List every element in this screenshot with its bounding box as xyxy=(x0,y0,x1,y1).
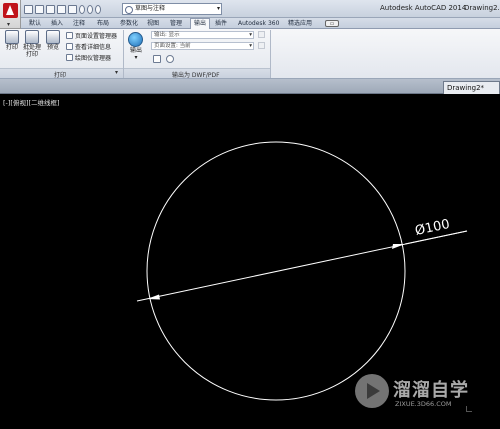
redo-icon[interactable] xyxy=(87,4,93,14)
plotter-icon xyxy=(66,54,73,61)
tab-manage[interactable]: 管理 xyxy=(170,19,182,29)
batch-plot-icon xyxy=(25,30,39,44)
export-settings-icon[interactable] xyxy=(166,55,174,63)
ribbon: 打印 批处理 打印 预览 页面设置管理器 查看详细信息 绘图仪管理器 打印 ▾ xyxy=(0,29,500,79)
preview-label: 预览 xyxy=(46,44,59,51)
tab-annotate[interactable]: 注释 xyxy=(73,19,85,29)
workspace-dropdown[interactable]: 草图与注释 ▾ xyxy=(122,3,222,15)
play-logo-icon xyxy=(355,374,389,408)
chevron-down-icon: ▾ xyxy=(216,5,220,12)
export-options-icon xyxy=(258,31,265,38)
customize-icon[interactable] xyxy=(95,4,101,14)
batch-plot-label-2: 打印 xyxy=(25,51,38,58)
preview-button[interactable]: 预览 xyxy=(43,30,63,51)
quick-access-toolbar xyxy=(24,3,101,15)
document-title: Drawing2.dw xyxy=(464,4,500,12)
plot-icon[interactable] xyxy=(68,4,77,14)
tab-view[interactable]: 视图 xyxy=(147,19,159,29)
minimize-ribbon-icon[interactable]: ▭ xyxy=(325,20,339,27)
tab-parametric[interactable]: 参数化 xyxy=(120,19,138,29)
view-details-button[interactable]: 查看详细信息 xyxy=(66,42,111,51)
chevron-down-icon: ▾ xyxy=(134,54,138,61)
page-setup-manager-button[interactable]: 页面设置管理器 xyxy=(66,31,117,40)
document-tab-bar: Drawing2* xyxy=(0,79,500,94)
chevron-down-icon: ▾ xyxy=(7,21,11,28)
tab-insert[interactable]: 插入 xyxy=(51,19,63,29)
page-setup-icon xyxy=(66,32,73,39)
export-panel-title-bar: 输出为 DWF/PDF xyxy=(124,68,270,79)
panel-expand-icon[interactable]: ▾ xyxy=(115,69,118,76)
page-setup-label: 页面设置管理器 xyxy=(75,33,118,40)
printer-icon xyxy=(5,30,19,44)
plotter-manager-label: 绘图仪管理器 xyxy=(75,55,112,62)
tab-featured-apps[interactable]: 精选应用 xyxy=(288,19,312,29)
drawing-canvas[interactable]: [-][俯视][二维线框] Ø100 溜溜自学 ZIXUE.3D66.COM xyxy=(0,94,500,429)
tab-layout[interactable]: 布局 xyxy=(97,19,109,29)
batch-plot-label-1: 批处理 xyxy=(22,44,41,51)
open-icon[interactable] xyxy=(35,4,44,14)
page-setup-select[interactable]: 页面设置: 当前 ▾ xyxy=(151,42,254,50)
autocad-logo-icon xyxy=(3,3,18,18)
preview-icon xyxy=(46,30,60,44)
application-title: Autodesk AutoCAD 2014 xyxy=(380,4,467,12)
plot-button[interactable]: 打印 xyxy=(2,30,22,51)
watermark-title: 溜溜自学 xyxy=(393,380,469,401)
tab-output[interactable]: 输出 xyxy=(190,18,211,29)
undo-icon[interactable] xyxy=(79,4,85,14)
application-menu-button[interactable]: ▾ xyxy=(0,0,21,29)
save-icon[interactable] xyxy=(46,4,55,14)
preview-export-icon[interactable] xyxy=(153,55,161,63)
view-details-label: 查看详细信息 xyxy=(75,44,112,51)
output-control-select[interactable]: 输出: 显示 ▾ xyxy=(151,31,254,39)
watermark: 溜溜自学 ZIXUE.3D66.COM xyxy=(355,374,470,414)
title-bar: 草图与注释 ▾ Autodesk AutoCAD 2014 Drawing2.d… xyxy=(0,0,500,18)
batch-plot-button[interactable]: 批处理 打印 xyxy=(22,30,42,58)
chevron-down-icon: ▾ xyxy=(249,32,252,38)
plotter-manager-button[interactable]: 绘图仪管理器 xyxy=(66,53,111,62)
plot-label: 打印 xyxy=(5,44,18,51)
watermark-subtitle: ZIXUE.3D66.COM xyxy=(395,400,452,408)
globe-export-icon[interactable] xyxy=(128,32,143,47)
page-setup-options-icon xyxy=(258,42,265,49)
circle-geometry[interactable] xyxy=(146,141,406,401)
output-control-value: 输出: 显示 xyxy=(154,32,180,38)
tab-autodesk-360[interactable]: Autodesk 360 xyxy=(238,19,279,29)
document-tab-drawing2[interactable]: Drawing2* xyxy=(443,81,500,94)
ucs-corner-icon xyxy=(466,406,472,412)
print-panel-title: 打印 xyxy=(54,72,67,79)
ribbon-tab-bar: 默认 插入 注释 布局 参数化 视图 管理 输出 插件 Autodesk 360… xyxy=(0,18,500,29)
export-button[interactable]: 输出 ▾ xyxy=(126,47,146,61)
new-icon[interactable] xyxy=(24,4,33,14)
chevron-down-icon: ▾ xyxy=(249,43,252,49)
page-setup-value: 页面设置: 当前 xyxy=(154,43,191,49)
export-label: 输出 xyxy=(129,47,142,54)
tab-default[interactable]: 默认 xyxy=(29,19,41,29)
save-as-icon[interactable] xyxy=(57,4,66,14)
print-panel-title-bar: 打印 ▾ xyxy=(0,68,123,79)
panel-divider xyxy=(270,30,271,78)
workspace-label: 草图与注释 xyxy=(135,5,166,12)
details-icon xyxy=(66,43,73,50)
export-panel-title: 输出为 DWF/PDF xyxy=(172,72,220,79)
tab-plugins[interactable]: 插件 xyxy=(215,19,227,29)
autocad-window: 草图与注释 ▾ Autodesk AutoCAD 2014 Drawing2.d… xyxy=(0,0,500,429)
